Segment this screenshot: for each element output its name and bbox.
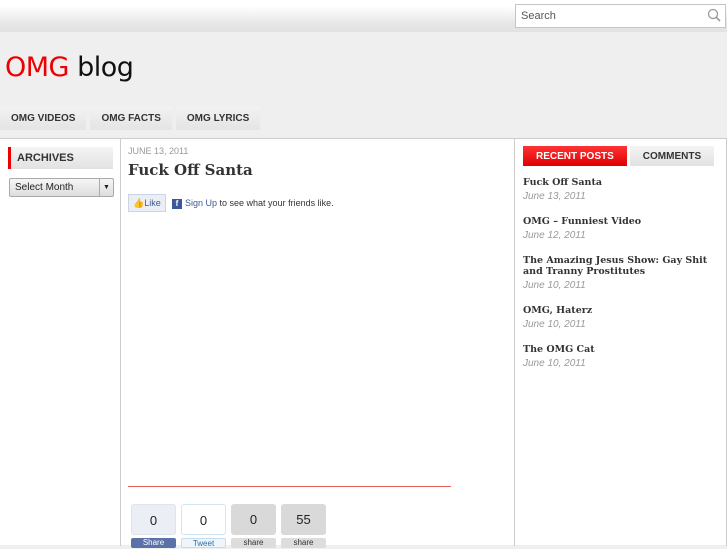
search-icon[interactable] — [707, 8, 721, 22]
list-item: Fuck Off Santa June 13, 2011 — [523, 177, 718, 202]
tab-comments[interactable]: COMMENTS — [629, 146, 715, 166]
signup-link[interactable]: Sign Up — [185, 198, 217, 208]
main-area: ARCHIVES Select Month ▼ JUNE 13, 2011 Fuc… — [0, 138, 727, 548]
post-link[interactable]: The Amazing Jesus Show: Gay Shit and Tra… — [523, 255, 718, 277]
like-button[interactable]: 👍Like — [128, 194, 166, 212]
list-item: OMG – Funniest Video June 12, 2011 — [523, 216, 718, 241]
tab-recent-posts[interactable]: RECENT POSTS — [523, 146, 627, 166]
post-date: June 10, 2011 — [523, 319, 586, 330]
right-sidebar: RECENT POSTS COMMENTS Fuck Off Santa June… — [514, 139, 727, 546]
share-counts: 0 0 0 55 — [131, 504, 326, 535]
sidebar-tabs: RECENT POSTS COMMENTS — [523, 146, 715, 166]
facebook-share-button[interactable]: Share — [131, 538, 176, 548]
post-date: June 10, 2011 — [523, 358, 586, 369]
logo-blog: blog — [77, 52, 134, 83]
thumbs-up-icon: 👍 — [133, 198, 145, 208]
post-link[interactable]: Fuck Off Santa — [523, 177, 718, 188]
friends-text: to see what your friends like. — [217, 198, 334, 208]
select-value: Select Month — [15, 182, 74, 193]
nav-omg-lyrics[interactable]: OMG LYRICS — [175, 107, 261, 130]
post-link[interactable]: OMG, Haterz — [523, 305, 718, 316]
left-sidebar: ARCHIVES Select Month ▼ — [0, 139, 121, 546]
list-item: The Amazing Jesus Show: Gay Shit and Tra… — [523, 255, 718, 291]
search-input[interactable]: Search — [515, 4, 726, 28]
like-label: Like — [144, 198, 161, 208]
list-item: OMG, Haterz June 10, 2011 — [523, 305, 718, 330]
search-placeholder: Search — [521, 10, 556, 22]
facebook-icon: f — [172, 198, 182, 209]
post-date: June 13, 2011 — [523, 191, 586, 202]
post-date: June 10, 2011 — [523, 280, 586, 291]
site-logo[interactable]: OMG blog — [5, 52, 134, 83]
facebook-share-count: 0 — [131, 504, 176, 535]
post-link[interactable]: OMG – Funniest Video — [523, 216, 718, 227]
main-nav: OMG VIDEOS OMG FACTS OMG LYRICS — [0, 107, 261, 130]
logo-omg: OMG — [5, 52, 69, 83]
post-date: JUNE 13, 2011 — [128, 146, 189, 156]
nav-omg-videos[interactable]: OMG VIDEOS — [0, 107, 87, 130]
tweet-button[interactable]: Tweet — [181, 538, 226, 548]
divider — [128, 486, 451, 487]
share-count: 55 — [281, 504, 326, 535]
post-title[interactable]: Fuck Off Santa — [128, 161, 253, 179]
archives-select[interactable]: Select Month ▼ — [9, 178, 114, 197]
tweet-count: 0 — [181, 504, 226, 535]
share-button[interactable]: share — [281, 538, 326, 548]
archives-heading: ARCHIVES — [8, 147, 113, 169]
chevron-down-icon: ▼ — [99, 179, 113, 196]
email-share-button[interactable]: share — [231, 538, 276, 548]
fb-signup-text: f Sign Up to see what your friends like. — [172, 198, 334, 209]
email-share-count: 0 — [231, 504, 276, 535]
list-item: The OMG Cat June 10, 2011 — [523, 344, 718, 369]
post-date: June 12, 2011 — [523, 230, 586, 241]
post-link[interactable]: The OMG Cat — [523, 344, 718, 355]
recent-posts-list: Fuck Off Santa June 13, 2011 OMG – Funnie… — [523, 177, 718, 383]
nav-omg-facts[interactable]: OMG FACTS — [90, 107, 172, 130]
